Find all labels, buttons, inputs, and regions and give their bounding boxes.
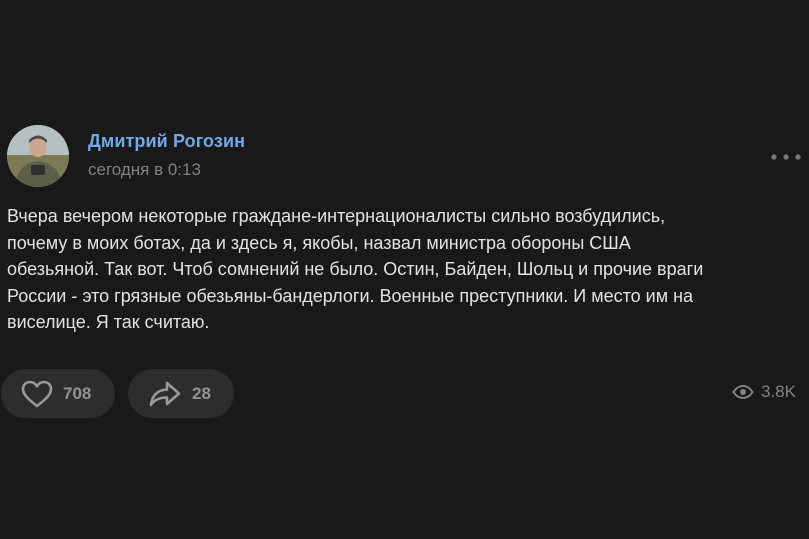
like-count: 708 [63, 383, 92, 403]
like-button[interactable]: 708 [1, 369, 115, 418]
avatar-photo [7, 125, 69, 187]
more-options-button[interactable] [770, 148, 802, 166]
share-button[interactable]: 28 [128, 369, 234, 418]
views-count: 3.8K [761, 382, 796, 401]
author-avatar[interactable] [7, 125, 69, 187]
author-name-link[interactable]: Дмитрий Рогозин [88, 131, 245, 152]
views-counter: 3.8K [732, 382, 796, 402]
share-count: 28 [192, 383, 211, 403]
post-timestamp[interactable]: сегодня в 0:13 [88, 160, 201, 180]
more-dots-icon [771, 154, 801, 160]
post-card: Дмитрий Рогозин сегодня в 0:13 Вчера веч… [0, 0, 809, 539]
share-arrow-icon [149, 381, 181, 406]
eye-icon [732, 385, 754, 399]
heart-icon [21, 380, 53, 407]
post-text: Вчера вечером некоторые граждане-интерна… [7, 206, 704, 332]
